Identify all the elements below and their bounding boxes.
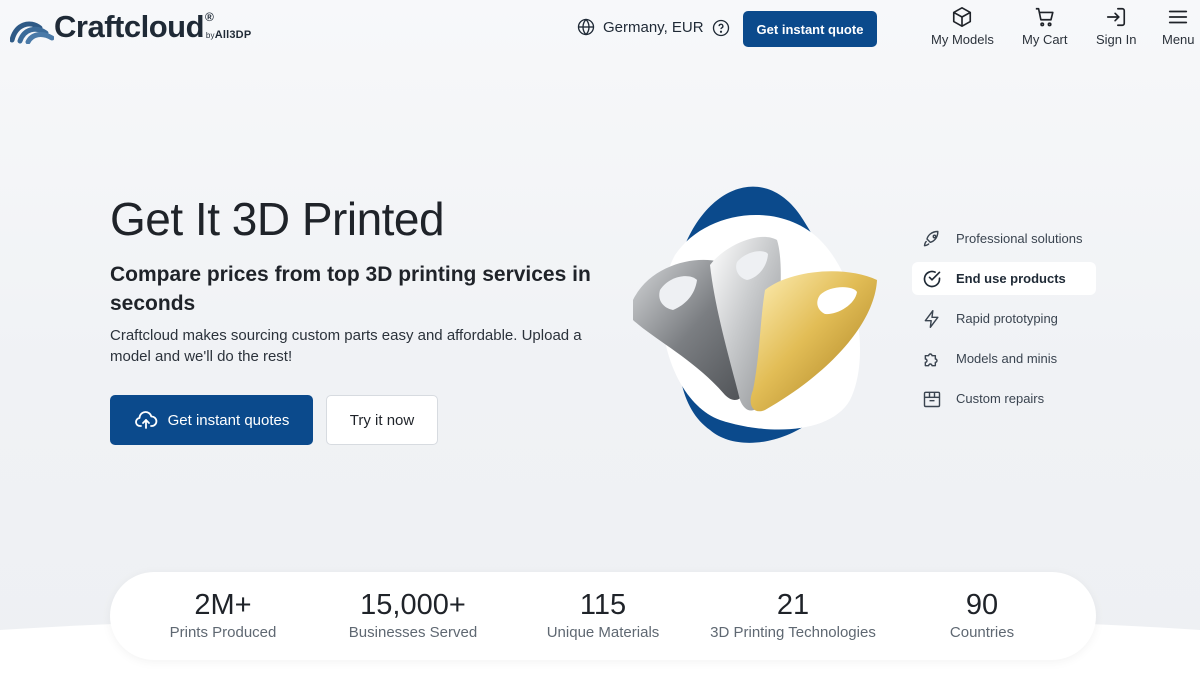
nav-my-cart-label: My Cart xyxy=(1022,32,1068,47)
logo-wordmark: Craftcloud xyxy=(54,9,205,44)
nav-sign-in[interactable]: Sign In xyxy=(1096,6,1136,47)
region-currency-selector[interactable]: Germany, EUR xyxy=(577,18,704,36)
use-case-label: End use products xyxy=(956,271,1066,286)
stat-value: 115 xyxy=(579,589,627,621)
lightning-icon xyxy=(924,309,939,328)
use-case-list: Professional solutions End use products … xyxy=(912,222,1096,422)
stat-label: Countries xyxy=(949,624,1015,641)
use-case-label: Custom repairs xyxy=(956,391,1045,406)
toolbox-icon xyxy=(923,391,941,407)
stat-label: Prints Produced xyxy=(169,624,277,641)
stat-value: 15,000+ xyxy=(360,589,466,621)
hero-title: Get It 3D Printed xyxy=(110,193,445,245)
help-icon[interactable] xyxy=(712,19,730,37)
hero-subtitle: Compare prices from top 3D printing serv… xyxy=(110,263,591,315)
try-it-now-button[interactable]: Try it now xyxy=(326,395,438,445)
logo-by-text: by xyxy=(205,31,215,40)
get-instant-quotes-button[interactable]: Get instant quotes xyxy=(110,395,313,445)
stat-label: Businesses Served xyxy=(348,624,478,641)
cube-icon xyxy=(953,7,972,27)
craftcloud-logo[interactable]: Craftcloud ® byAll3DP xyxy=(10,10,251,44)
hamburger-icon xyxy=(1169,10,1188,24)
sign-in-icon xyxy=(1107,7,1126,27)
cart-icon xyxy=(1035,7,1054,27)
use-case-models-and-minis[interactable]: Models and minis xyxy=(912,342,1096,375)
stat-unique-materials: 115 Unique Materials xyxy=(540,588,666,641)
use-case-professional-solutions[interactable]: Professional solutions xyxy=(912,222,1096,255)
nav-my-cart[interactable]: My Cart xyxy=(1022,6,1068,47)
stat-value: 2M+ xyxy=(194,589,252,621)
get-instant-quotes-label: Get instant quotes xyxy=(167,411,290,429)
get-instant-quote-button[interactable]: Get instant quote xyxy=(743,11,877,47)
3d-printed-parts-illustration xyxy=(633,186,877,443)
check-circle-icon xyxy=(923,270,941,287)
stat-label: Unique Materials xyxy=(546,624,660,641)
logo-mark-icon xyxy=(10,21,54,44)
stat-value: 21 xyxy=(776,589,810,621)
nav-my-models[interactable]: My Models xyxy=(931,6,994,47)
stat-countries: 90 Countries xyxy=(932,588,1032,641)
rocket-icon xyxy=(923,230,939,246)
puzzle-icon xyxy=(924,352,938,366)
stat-businesses-served: 15,000+ Businesses Served xyxy=(343,588,483,641)
nav-my-models-label: My Models xyxy=(931,32,994,47)
use-case-custom-repairs[interactable]: Custom repairs xyxy=(912,382,1096,415)
region-label: Germany, EUR xyxy=(603,18,704,36)
use-case-rapid-prototyping[interactable]: Rapid prototyping xyxy=(912,302,1096,335)
stat-printing-technologies: 21 3D Printing Technologies xyxy=(703,588,883,641)
hero-description: Craftcloud makes sourcing custom parts e… xyxy=(110,327,582,365)
use-case-label: Professional solutions xyxy=(956,231,1083,246)
cloud-upload-icon xyxy=(134,411,157,429)
nav-sign-in-label: Sign In xyxy=(1096,32,1137,47)
nav-menu[interactable]: Menu xyxy=(1162,6,1195,47)
stats-bar: 2M+ Prints Produced 15,000+ Businesses S… xyxy=(110,572,1096,660)
logo-partner: All3DP xyxy=(214,29,252,41)
site-header: Craftcloud ® byAll3DP Germany, EUR Get i… xyxy=(0,0,1200,60)
globe-icon xyxy=(577,18,595,36)
logo-by-all3dp: byAll3DP xyxy=(206,29,252,41)
stat-value: 90 xyxy=(965,589,999,621)
nav-menu-label: Menu xyxy=(1162,32,1195,47)
stat-prints-produced: 2M+ Prints Produced xyxy=(160,588,286,641)
use-case-label: Rapid prototyping xyxy=(956,311,1058,326)
use-case-end-use-products[interactable]: End use products xyxy=(912,262,1096,295)
stat-label: 3D Printing Technologies xyxy=(710,624,876,641)
logo-registered-mark: ® xyxy=(205,10,214,24)
use-case-label: Models and minis xyxy=(956,351,1058,366)
